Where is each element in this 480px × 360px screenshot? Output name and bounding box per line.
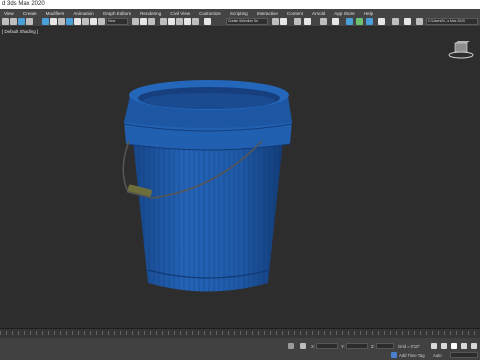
edit-named-selection-icon[interactable] bbox=[192, 18, 199, 25]
menu-item-customize[interactable]: Customize bbox=[199, 11, 221, 16]
status-bar: X: Y: Z: Grid = 0'10" Add Time Tag Auto bbox=[0, 338, 480, 360]
material-editor-icon[interactable] bbox=[332, 18, 339, 25]
menu-item-view[interactable]: View bbox=[4, 11, 14, 16]
percent-snap-icon[interactable] bbox=[176, 18, 183, 25]
region-select-icon[interactable] bbox=[58, 18, 65, 25]
place-icon[interactable] bbox=[90, 18, 97, 25]
time-tag-icon bbox=[391, 352, 397, 358]
unlink-icon[interactable] bbox=[26, 18, 33, 25]
go-to-start-icon[interactable] bbox=[431, 343, 437, 349]
redo-icon[interactable] bbox=[10, 18, 17, 25]
snaps-toggle-icon[interactable] bbox=[160, 18, 167, 25]
workspace-path-field[interactable]: C:\Users\N...s Max 2020 bbox=[426, 18, 478, 25]
curve-editor-icon[interactable] bbox=[304, 18, 311, 25]
z-coordinate-label: Z: bbox=[371, 344, 375, 349]
grid-size-readout: Grid = 0'10" bbox=[398, 344, 420, 349]
bucket-model[interactable] bbox=[123, 80, 293, 292]
add-time-tag-button[interactable]: Add Time Tag bbox=[399, 353, 425, 358]
set-key-filter-field[interactable] bbox=[450, 352, 478, 358]
select-object-icon[interactable] bbox=[42, 18, 49, 25]
next-frame-icon[interactable] bbox=[461, 343, 467, 349]
render-production-icon[interactable] bbox=[366, 18, 373, 25]
z-coordinate-field[interactable] bbox=[376, 343, 394, 349]
x-coordinate-label: X: bbox=[311, 344, 315, 349]
menu-item-modifiers[interactable]: Modifiers bbox=[46, 11, 65, 16]
lock-selection-icon[interactable] bbox=[288, 343, 294, 349]
menu-item-rendering[interactable]: Rendering bbox=[140, 11, 161, 16]
y-coordinate-field[interactable] bbox=[346, 343, 368, 349]
pivot-icon[interactable] bbox=[132, 18, 139, 25]
render-setup-icon[interactable] bbox=[346, 18, 353, 25]
menu-item-content[interactable]: Content bbox=[287, 11, 303, 16]
select-manipulate-icon[interactable] bbox=[148, 18, 155, 25]
rendered-frame-window-icon[interactable] bbox=[356, 18, 363, 25]
perspective-viewport[interactable]: [ Default Shading ] bbox=[0, 27, 480, 328]
menu-item-interactive[interactable]: Interactive bbox=[257, 11, 278, 16]
schematic-view-icon[interactable] bbox=[320, 18, 327, 25]
menu-item-arnold[interactable]: Arnold bbox=[312, 11, 325, 16]
viewport-scene bbox=[122, 80, 293, 292]
menu-bar: View Create Modifiers Animation Graph Ed… bbox=[0, 9, 480, 17]
render-iterative-icon[interactable] bbox=[392, 18, 399, 25]
go-to-end-icon[interactable] bbox=[471, 343, 477, 349]
toggle-ribbon-icon[interactable] bbox=[294, 18, 301, 25]
rotate-icon[interactable] bbox=[74, 18, 81, 25]
time-ruler[interactable] bbox=[0, 331, 480, 335]
select-by-name-icon[interactable] bbox=[50, 18, 57, 25]
render-in-cloud-icon[interactable] bbox=[378, 18, 385, 25]
previous-frame-icon[interactable] bbox=[441, 343, 447, 349]
spinner-snap-icon[interactable] bbox=[184, 18, 191, 25]
menu-item-scripting[interactable]: Scripting bbox=[230, 11, 248, 16]
window-title: d 3ds Max 2020 bbox=[2, 1, 45, 7]
undo-icon[interactable] bbox=[2, 18, 9, 25]
menu-item-app-store[interactable]: App Store bbox=[334, 11, 354, 16]
toggle-layer-explorer-icon[interactable] bbox=[280, 18, 287, 25]
arnold-render-icon[interactable] bbox=[404, 18, 411, 25]
menu-item-help[interactable]: Help bbox=[364, 11, 373, 16]
menu-item-animation[interactable]: Animation bbox=[73, 11, 93, 16]
link-icon[interactable] bbox=[18, 18, 25, 25]
mirror-icon[interactable] bbox=[204, 18, 211, 25]
menu-item-civil-view[interactable]: Civil View bbox=[170, 11, 190, 16]
viewport-shading-label[interactable]: [ Default Shading ] bbox=[2, 29, 38, 34]
auto-key-button[interactable]: Auto bbox=[433, 353, 442, 358]
toggle-scene-explorer-icon[interactable] bbox=[272, 18, 279, 25]
menu-item-graph-editors[interactable]: Graph Editors bbox=[103, 11, 131, 16]
key-shortcut-icon[interactable] bbox=[140, 18, 147, 25]
angle-snap-icon[interactable] bbox=[168, 18, 175, 25]
workspace-icon[interactable] bbox=[416, 18, 423, 25]
scale-icon[interactable] bbox=[82, 18, 89, 25]
y-coordinate-label: Y: bbox=[341, 344, 345, 349]
window-title-bar: d 3ds Max 2020 bbox=[0, 0, 480, 9]
main-toolbar: View Create Selection Se C:\Users\N...s … bbox=[0, 17, 480, 27]
move-icon[interactable] bbox=[66, 18, 73, 25]
x-coordinate-field[interactable] bbox=[316, 343, 338, 349]
play-icon[interactable] bbox=[451, 343, 457, 349]
viewcube[interactable] bbox=[448, 40, 474, 62]
placement-icon[interactable] bbox=[98, 18, 105, 25]
absolute-mode-icon[interactable] bbox=[300, 343, 306, 349]
menu-item-create[interactable]: Create bbox=[23, 11, 37, 16]
reference-coordinate-dropdown[interactable]: View bbox=[106, 18, 128, 25]
selection-set-dropdown[interactable]: Create Selection Se bbox=[226, 18, 268, 25]
